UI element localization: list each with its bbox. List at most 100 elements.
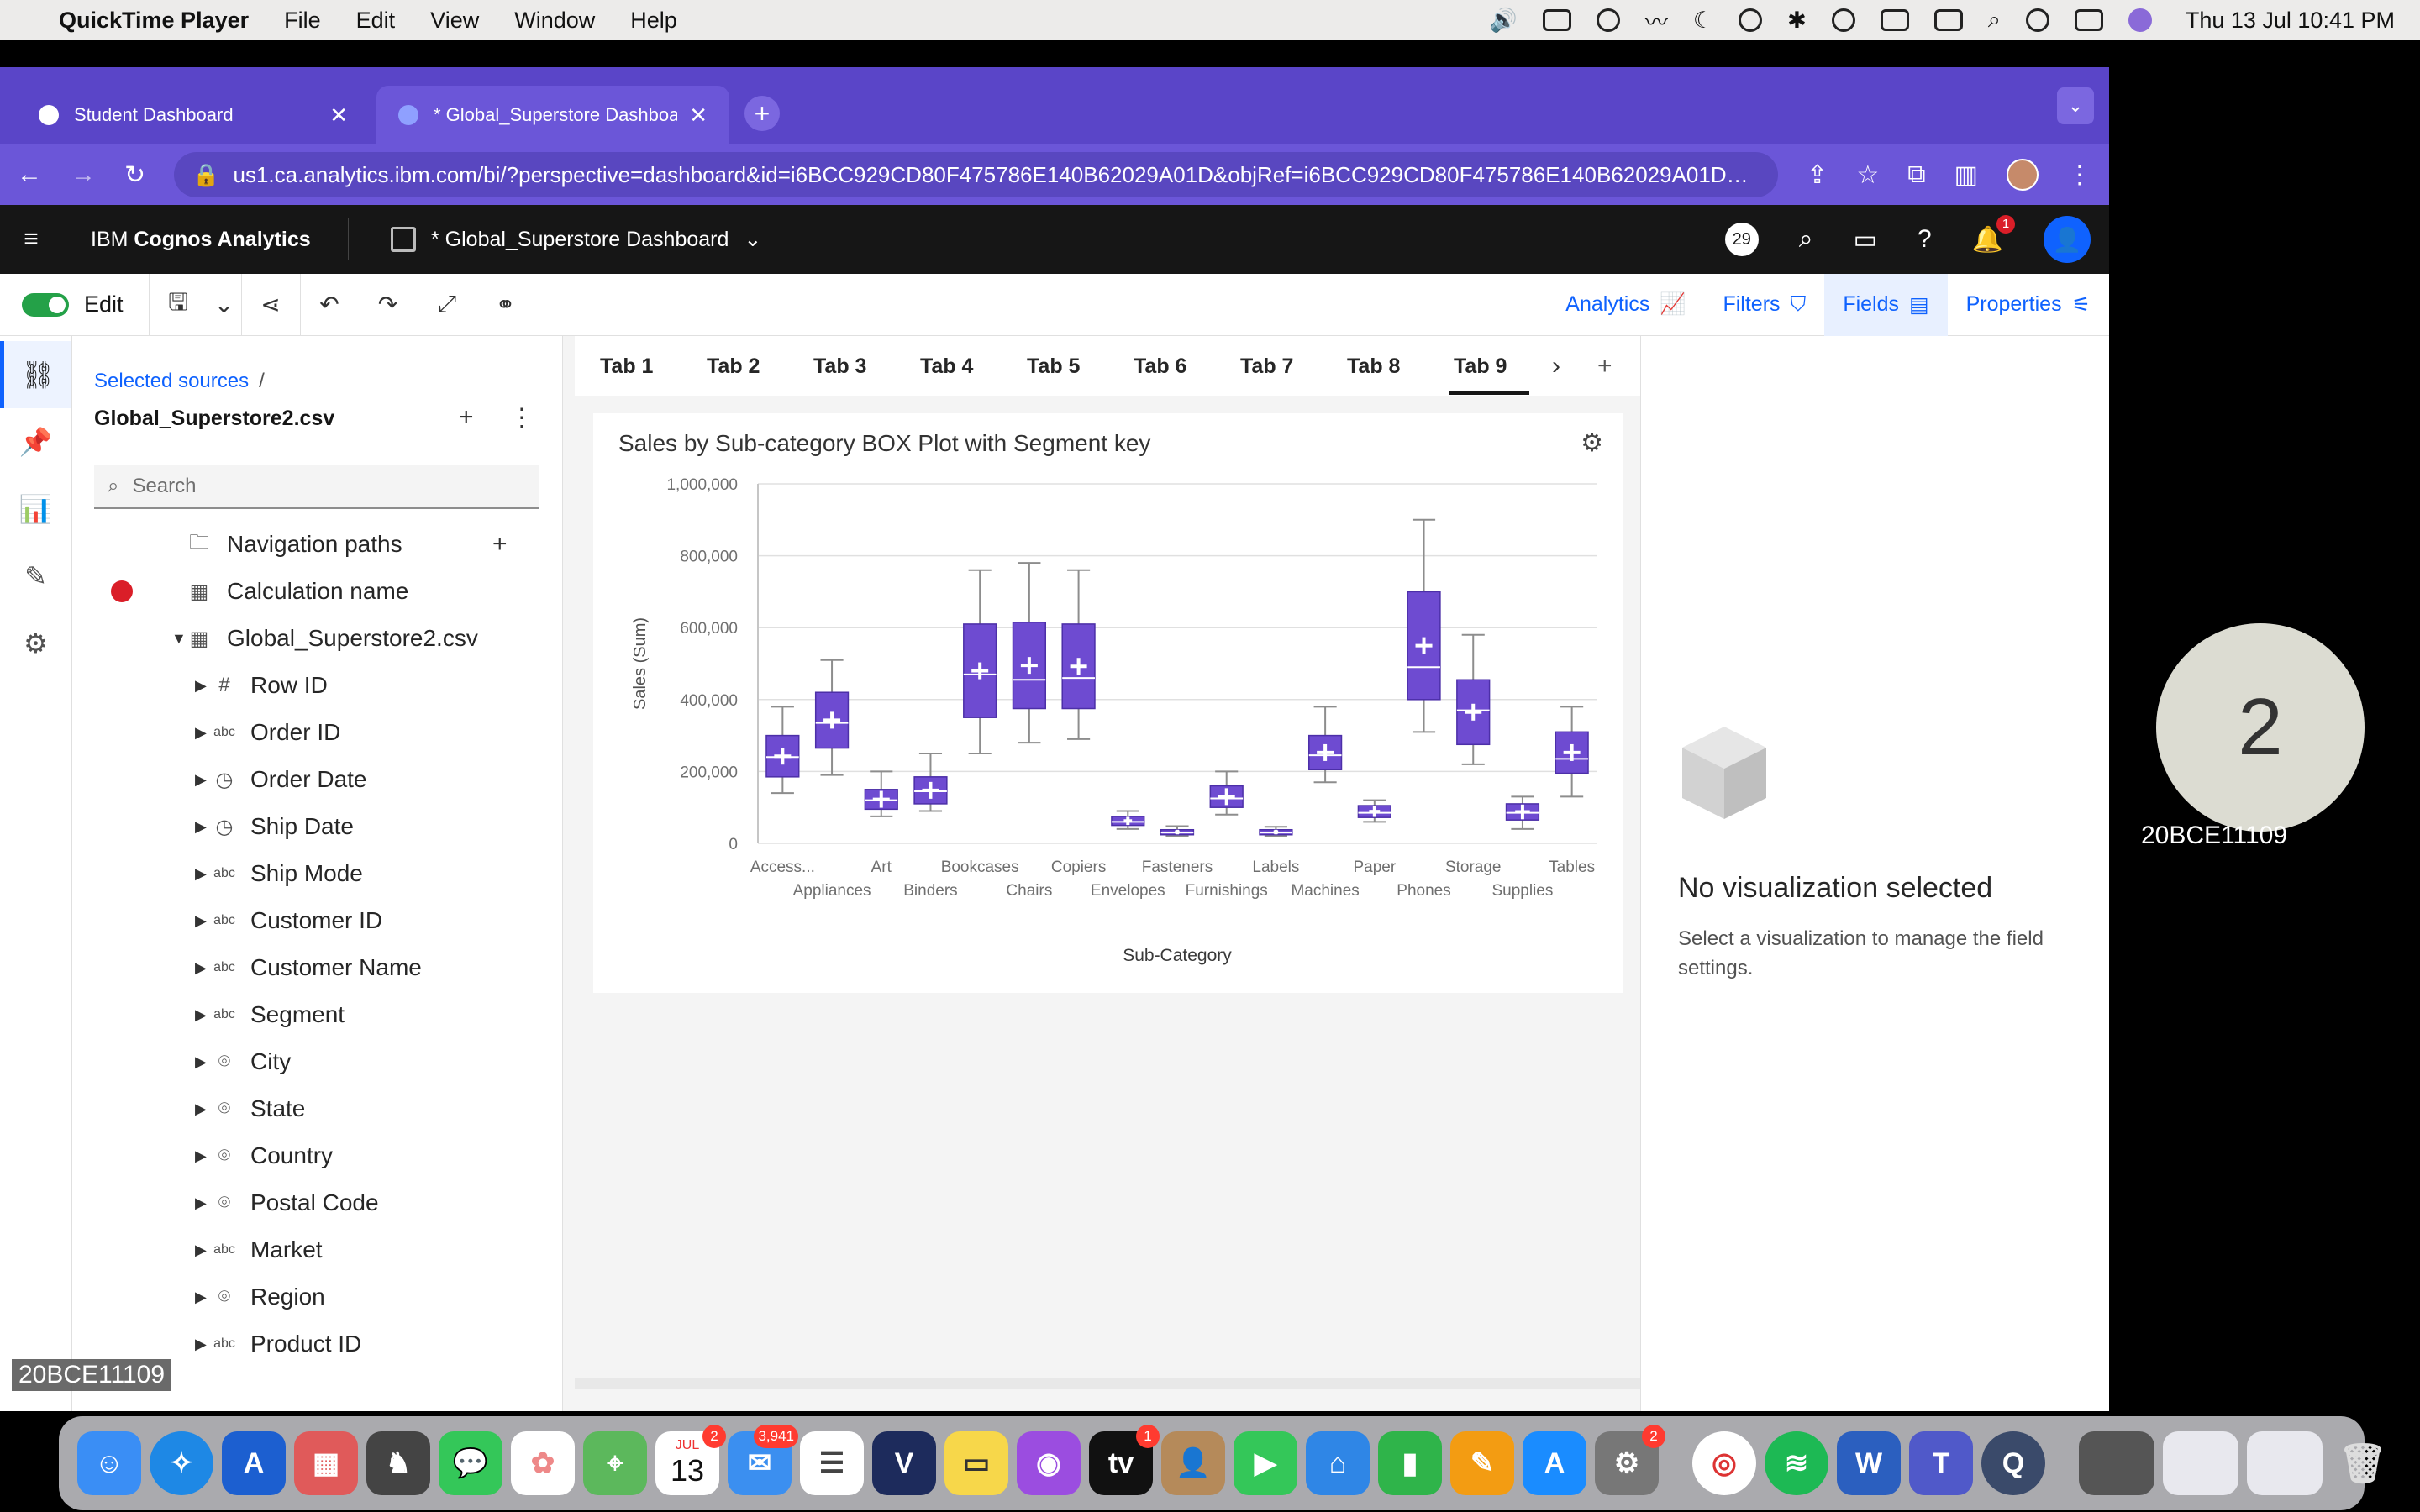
chess-icon[interactable]: ♞ bbox=[366, 1431, 430, 1495]
caret-right-icon[interactable]: ▶ bbox=[195, 818, 207, 836]
caret-right-icon[interactable]: ▶ bbox=[195, 865, 207, 883]
browser-menu-icon[interactable]: ⋮ bbox=[2067, 160, 2092, 190]
help-icon[interactable]: ? bbox=[1918, 225, 1932, 254]
maps-icon[interactable]: ⌖ bbox=[583, 1431, 647, 1495]
menu-help[interactable]: Help bbox=[630, 8, 677, 34]
redo-icon[interactable]: ↷ bbox=[359, 274, 418, 336]
dashboard-tab[interactable]: Tab 4 bbox=[920, 336, 1027, 396]
close-tab-icon[interactable]: ✕ bbox=[689, 102, 708, 129]
messages-icon[interactable]: 💬 bbox=[439, 1431, 502, 1495]
caret-right-icon[interactable]: ▶ bbox=[195, 677, 207, 695]
undo-icon[interactable]: ↶ bbox=[299, 273, 359, 336]
system-settings-icon[interactable]: ⚙ 2 bbox=[1595, 1425, 1665, 1495]
dashboard-tab[interactable]: Tab 3 bbox=[813, 336, 920, 396]
app-store-icon[interactable]: A bbox=[1523, 1431, 1586, 1495]
safari-icon[interactable]: ✧ bbox=[150, 1431, 213, 1495]
finder-icon[interactable]: ☺ bbox=[77, 1431, 141, 1495]
control-center-icon[interactable] bbox=[2074, 9, 2103, 31]
notes-icon[interactable]: ▭ bbox=[944, 1431, 1008, 1495]
properties-button[interactable]: Properties ⚟ bbox=[1948, 274, 2109, 336]
menu-file[interactable]: File bbox=[284, 8, 321, 34]
contacts-icon[interactable]: 👤 bbox=[1161, 1431, 1225, 1495]
browser-tab-student-dashboard[interactable]: Student Dashboard ✕ bbox=[17, 86, 370, 144]
chevron-down-icon[interactable]: ⌄ bbox=[744, 227, 761, 252]
forward-icon[interactable]: → bbox=[71, 160, 96, 189]
recent-window-thumbnail[interactable] bbox=[2079, 1431, 2154, 1495]
caret-right-icon[interactable]: ▶ bbox=[195, 1147, 207, 1165]
search-input[interactable]: ⌕ Search bbox=[94, 465, 539, 509]
rail-pin-icon[interactable]: 📌 bbox=[0, 408, 71, 475]
tree-item[interactable]: ▶ ◷ Ship Date bbox=[72, 803, 563, 850]
recent-window-thumbnail[interactable] bbox=[2163, 1431, 2238, 1495]
assistant-count-badge[interactable]: 29 bbox=[1724, 223, 1759, 256]
fullscreen-icon[interactable]: ⤢ bbox=[417, 273, 476, 336]
dashboard-tab[interactable]: Tab 5 bbox=[1027, 336, 1134, 396]
user-icon[interactable] bbox=[2025, 8, 2049, 32]
new-tab-button[interactable]: + bbox=[744, 96, 780, 131]
caret-down-icon[interactable]: ▼ bbox=[171, 630, 187, 648]
dashboard-tab[interactable]: Tab 9 bbox=[1449, 336, 1560, 396]
vmware-icon[interactable]: V bbox=[872, 1431, 936, 1495]
tree-item[interactable]: ▶ ⌾ Country bbox=[72, 1132, 563, 1179]
tree-item[interactable]: ▶ abc Ship Mode bbox=[72, 850, 563, 897]
tree-item[interactable]: ▶ abc Market bbox=[72, 1226, 563, 1273]
dashboard-tab[interactable]: Tab 8 bbox=[1347, 336, 1454, 396]
window-icon[interactable] bbox=[1880, 9, 1909, 31]
dashboard-tab[interactable]: Tab 7 bbox=[1240, 336, 1347, 396]
edit-toggle[interactable] bbox=[22, 292, 69, 317]
airdrop-icon[interactable] bbox=[1831, 8, 1855, 32]
photos-icon[interactable]: ✿ bbox=[511, 1431, 575, 1495]
notification-bell-icon[interactable]: 🔔 1 bbox=[1972, 214, 2015, 255]
volume-icon[interactable]: 🔊 bbox=[1489, 7, 1518, 34]
caret-right-icon[interactable]: ▶ bbox=[195, 1289, 207, 1306]
podcasts-icon[interactable]: ◉ bbox=[1017, 1431, 1081, 1495]
chat-icon[interactable]: ▭ bbox=[1854, 225, 1877, 255]
close-tab-icon[interactable]: ✕ bbox=[329, 102, 348, 129]
teams-icon[interactable]: T bbox=[1909, 1431, 1973, 1495]
tree-item[interactable]: ▶ ⌾ Postal Code bbox=[72, 1179, 563, 1226]
keynote-icon[interactable]: ⌂ bbox=[1306, 1431, 1370, 1495]
ai-app-icon[interactable]: A bbox=[222, 1431, 286, 1495]
caret-right-icon[interactable]: ▶ bbox=[195, 1194, 207, 1212]
tree-item[interactable]: ▶ abc Segment bbox=[72, 991, 563, 1038]
numbers-icon[interactable]: ▮ bbox=[1378, 1431, 1442, 1495]
analytics-button[interactable]: Analytics 📈 bbox=[1547, 274, 1704, 336]
tree-item[interactable]: ▶ # Row ID bbox=[72, 662, 563, 709]
browser-tab-global-superstore[interactable]: * Global_Superstore Dashboa ✕ bbox=[376, 86, 729, 144]
apple-tv-icon[interactable]: tv 1 bbox=[1089, 1425, 1160, 1495]
user-avatar[interactable]: 👤 bbox=[2044, 216, 2091, 263]
share-icon[interactable]: ⋖ bbox=[240, 273, 300, 336]
tree-item[interactable]: 🗀 Navigation paths + bbox=[72, 521, 563, 568]
tree-item[interactable]: ▶ ⌾ Region bbox=[72, 1273, 563, 1320]
dashboard-tab[interactable]: Tab 6 bbox=[1134, 336, 1240, 396]
fields-button[interactable]: Fields ▤ bbox=[1824, 273, 1948, 336]
rail-visualizations-icon[interactable]: 📊 bbox=[0, 475, 71, 543]
save-icon[interactable]: 🖫 bbox=[148, 273, 208, 336]
caret-right-icon[interactable]: ▶ bbox=[195, 1006, 207, 1024]
menu-app-name[interactable]: QuickTime Player bbox=[59, 8, 249, 34]
bluetooth-icon[interactable]: ✱ bbox=[1787, 8, 1807, 34]
facetime-icon[interactable]: ▶ bbox=[1234, 1431, 1297, 1495]
rail-sources-icon[interactable]: ⛓ bbox=[0, 341, 71, 408]
accessibility-icon[interactable] bbox=[1739, 8, 1763, 32]
canvas-splitter[interactable] bbox=[575, 1378, 1640, 1389]
add-source-button[interactable]: + bbox=[459, 403, 474, 432]
dashboard-tab[interactable]: Tab 1 bbox=[600, 336, 707, 396]
menubar-clock[interactable]: Thu 13 Jul 10:41 PM bbox=[2186, 8, 2395, 34]
word-icon[interactable]: W bbox=[1837, 1431, 1901, 1495]
rail-widgets-icon[interactable]: ✎ bbox=[0, 543, 71, 610]
source-more-icon[interactable]: ⋮ bbox=[509, 403, 534, 433]
tree-item[interactable]: ▶ abc Order ID bbox=[72, 709, 563, 756]
pages-icon[interactable]: ✎ bbox=[1450, 1431, 1514, 1495]
menu-view[interactable]: View bbox=[430, 8, 479, 34]
trash-icon[interactable]: 🗑 bbox=[2331, 1431, 2395, 1495]
siri-icon[interactable] bbox=[2128, 8, 2152, 32]
display-icon[interactable] bbox=[1542, 9, 1571, 31]
filters-button[interactable]: Filters ⛉ bbox=[1704, 274, 1824, 336]
hamburger-menu-icon[interactable]: ≡ bbox=[0, 225, 62, 254]
back-icon[interactable]: ← bbox=[17, 160, 42, 189]
caret-right-icon[interactable]: ▶ bbox=[195, 1336, 207, 1353]
menu-window[interactable]: Window bbox=[514, 8, 595, 34]
tree-item[interactable]: ▶ ◷ Order Date bbox=[72, 756, 563, 803]
recent-window-thumbnail[interactable] bbox=[2247, 1431, 2323, 1495]
